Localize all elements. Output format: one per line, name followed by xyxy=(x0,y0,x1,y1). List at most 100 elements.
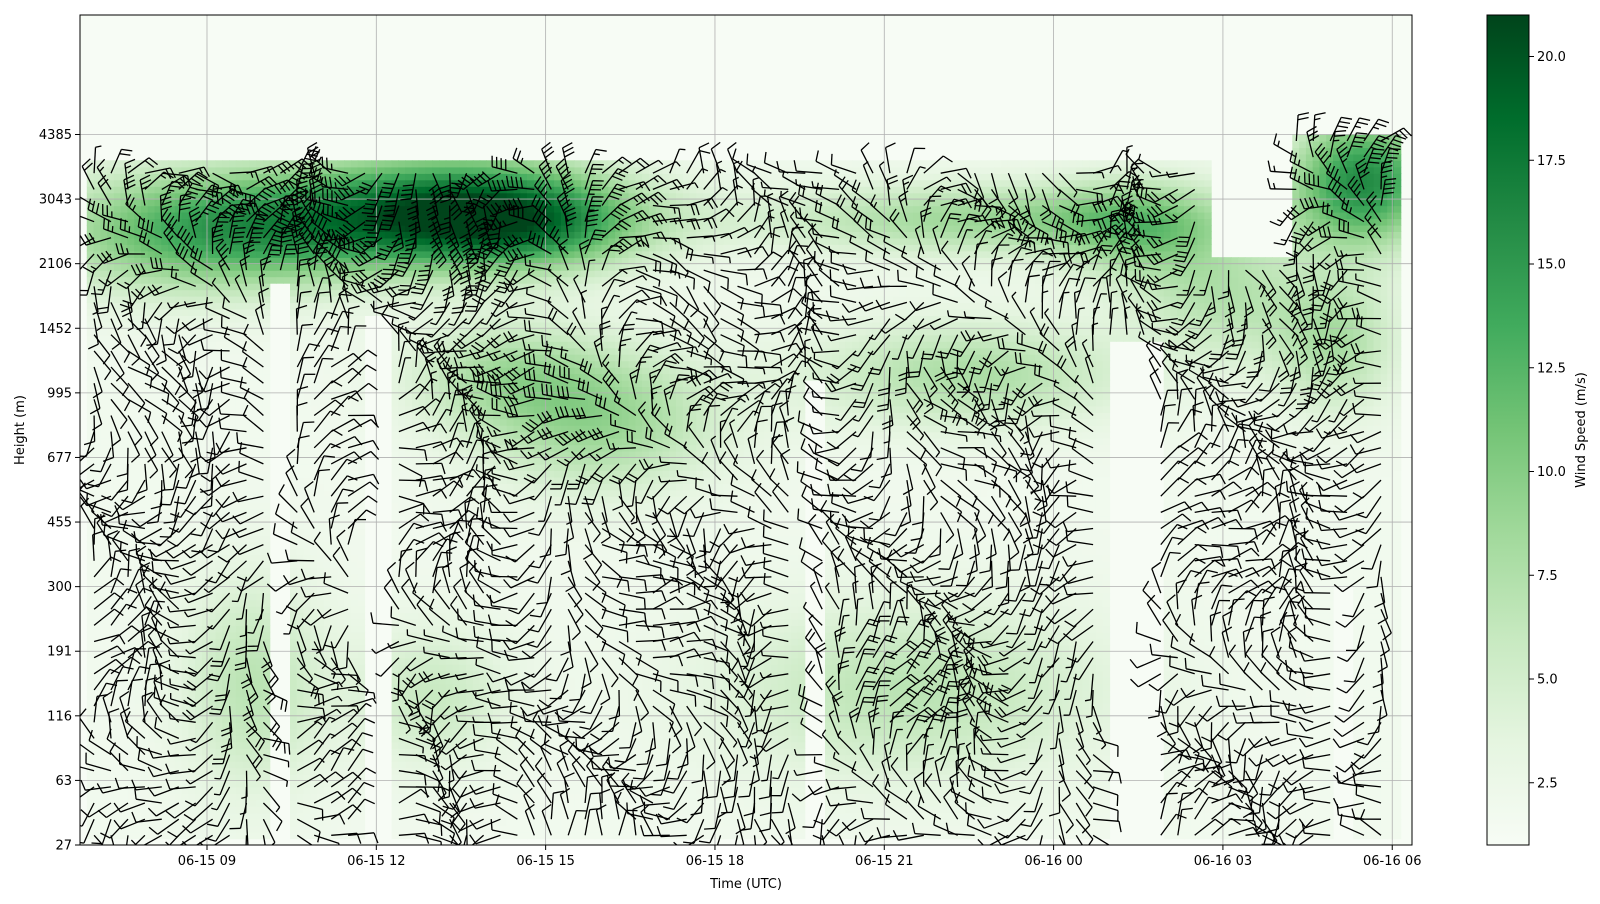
heatmap-cell xyxy=(134,334,142,342)
heatmap-cell xyxy=(262,599,271,607)
heatmap-cell xyxy=(249,509,257,517)
heatmap-cell xyxy=(290,276,298,284)
heatmap-cell xyxy=(154,806,162,814)
heatmap-cell xyxy=(86,754,95,762)
heatmap-cell xyxy=(256,547,264,555)
heatmap-cell xyxy=(208,567,217,575)
heatmap-cell xyxy=(113,347,122,355)
heatmap-cell xyxy=(242,748,250,756)
heatmap-cell xyxy=(229,612,237,620)
heatmap-cell xyxy=(425,173,433,181)
heatmap-cell xyxy=(113,722,122,730)
heatmap-cell xyxy=(290,825,298,833)
heatmap-cell xyxy=(107,186,115,194)
heatmap-cell xyxy=(100,296,108,304)
heatmap-cell xyxy=(229,786,237,794)
heatmap-cell xyxy=(168,308,176,316)
heatmap-cell xyxy=(229,618,237,626)
heatmap-cell xyxy=(405,612,413,620)
heatmap-cell xyxy=(364,308,372,316)
heatmap-cell xyxy=(323,541,332,549)
heatmap-cell xyxy=(317,392,325,400)
heatmap-cell xyxy=(323,767,332,775)
heatmap-cell xyxy=(323,806,332,814)
heatmap-cell xyxy=(283,276,291,284)
heatmap-cell xyxy=(86,373,95,381)
heatmap-cell xyxy=(249,599,257,607)
heatmap-cell xyxy=(398,625,406,633)
heatmap-cell xyxy=(303,522,311,530)
heatmap-cell xyxy=(215,392,223,400)
heatmap-cell xyxy=(310,612,318,620)
heatmap-cell xyxy=(161,515,169,523)
heatmap-cell xyxy=(100,483,108,491)
heatmap-cell xyxy=(391,354,399,362)
heatmap-cell xyxy=(350,160,359,168)
heatmap-cell xyxy=(344,690,352,698)
heatmap-cell xyxy=(425,263,433,271)
heatmap-cell xyxy=(235,418,244,426)
heatmap-cell xyxy=(418,761,426,769)
heatmap-cell xyxy=(317,496,325,504)
heatmap-cell xyxy=(100,244,108,252)
heatmap-cell xyxy=(378,160,386,168)
heatmap-cell xyxy=(188,535,196,543)
heatmap-cell xyxy=(330,218,338,226)
heatmap-cell xyxy=(384,173,393,181)
heatmap-cell xyxy=(161,715,169,723)
heatmap-cell xyxy=(391,431,399,439)
heatmap-cell xyxy=(93,560,101,568)
heatmap-cell xyxy=(405,767,413,775)
heatmap-cell xyxy=(195,360,203,368)
heatmap-cell xyxy=(235,722,244,730)
heatmap-cell xyxy=(249,786,257,794)
heatmap-cell xyxy=(310,528,318,536)
heatmap-cell xyxy=(195,748,203,756)
heatmap-cell xyxy=(161,599,169,607)
heatmap-cell xyxy=(262,160,271,168)
heatmap-cell xyxy=(134,773,142,781)
heatmap-cell xyxy=(262,502,271,510)
heatmap-cell xyxy=(249,276,257,284)
heatmap-cell xyxy=(113,199,122,207)
heatmap-cell xyxy=(405,535,413,543)
heatmap-cell xyxy=(93,657,101,665)
heatmap-cell xyxy=(134,599,142,607)
heatmap-cell xyxy=(398,819,406,827)
heatmap-cell xyxy=(439,722,447,730)
heatmap-cell xyxy=(398,754,406,762)
heatmap-cell xyxy=(235,638,244,646)
heatmap-cell xyxy=(161,812,169,820)
heatmap-cell xyxy=(208,360,217,368)
heatmap-cell xyxy=(411,463,420,471)
heatmap-cell xyxy=(242,179,250,187)
heatmap-cell xyxy=(229,302,237,310)
heatmap-cell xyxy=(86,612,95,620)
heatmap-cell xyxy=(391,554,399,562)
heatmap-cell xyxy=(235,599,244,607)
heatmap-cell xyxy=(405,690,413,698)
heatmap-cell xyxy=(161,270,169,278)
heatmap-cell xyxy=(86,418,95,426)
heatmap-cell xyxy=(127,612,135,620)
heatmap-cell xyxy=(181,308,189,316)
heatmap-cell xyxy=(229,347,237,355)
heatmap-cell xyxy=(229,283,237,291)
heatmap-cell xyxy=(303,806,311,814)
heatmap-cell xyxy=(134,832,142,840)
heatmap-cell xyxy=(147,212,156,220)
heatmap-cell xyxy=(303,683,311,691)
heatmap-cell xyxy=(188,276,196,284)
heatmap-cell xyxy=(181,677,189,685)
heatmap-cell xyxy=(93,231,101,239)
heatmap-cell xyxy=(161,160,169,168)
heatmap-cell xyxy=(425,308,433,316)
heatmap-cell xyxy=(290,670,298,678)
heatmap-cell xyxy=(181,664,189,672)
heatmap-cell xyxy=(405,173,413,181)
heatmap-cell xyxy=(296,812,305,820)
heatmap-cell xyxy=(86,302,95,310)
heatmap-cell xyxy=(235,780,244,788)
heatmap-cell xyxy=(262,276,271,284)
heatmap-cell xyxy=(398,483,406,491)
